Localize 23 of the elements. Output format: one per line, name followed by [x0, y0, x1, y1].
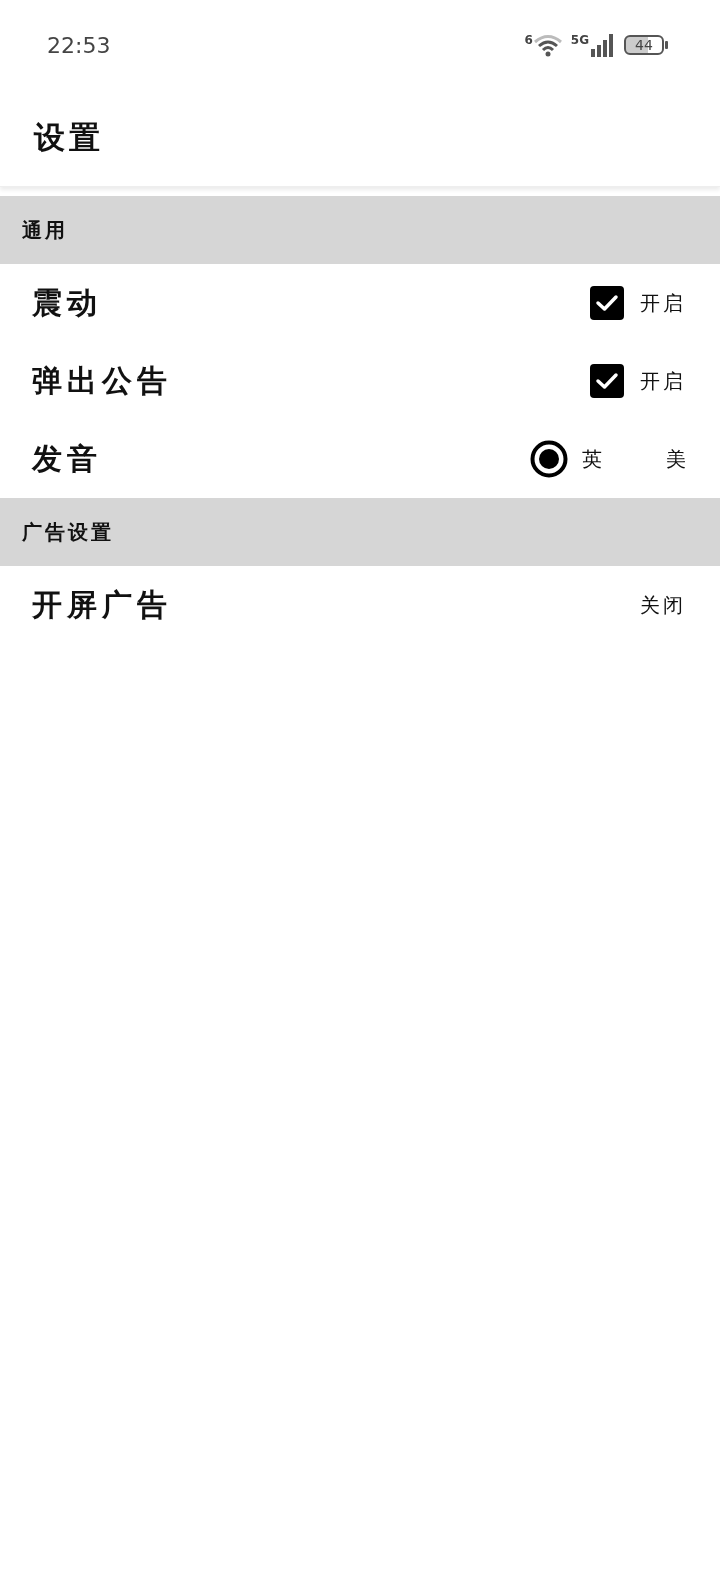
radio-option-label[interactable]: 美 — [666, 445, 686, 473]
wifi-standard-label: 6 — [524, 33, 533, 47]
setting-value[interactable]: 关闭 — [640, 591, 686, 619]
network-type: 5G — [570, 33, 589, 47]
checkbox[interactable] — [590, 286, 624, 320]
battery-icon: 44 — [624, 35, 664, 55]
radio-option-label[interactable]: 英 — [582, 445, 602, 473]
checkmark-icon — [595, 293, 619, 313]
section-title: 广告设置 — [22, 518, 114, 546]
wifi-icon — [532, 33, 563, 57]
setting-label: 弹出公告 — [32, 361, 172, 400]
status-time: 22:53 — [47, 32, 111, 58]
radio-button[interactable] — [530, 440, 568, 478]
setting-label: 开屏广告 — [32, 585, 172, 624]
signal-icon — [590, 33, 616, 57]
setting-label: 发音 — [32, 439, 102, 478]
section-title: 通用 — [22, 216, 68, 244]
setting-value: 开启 — [640, 367, 686, 395]
checkmark-icon — [595, 371, 619, 391]
setting-value: 开启 — [640, 289, 686, 317]
page-title: 设置 — [34, 118, 104, 157]
setting-label: 震动 — [32, 283, 102, 322]
checkbox[interactable] — [590, 364, 624, 398]
